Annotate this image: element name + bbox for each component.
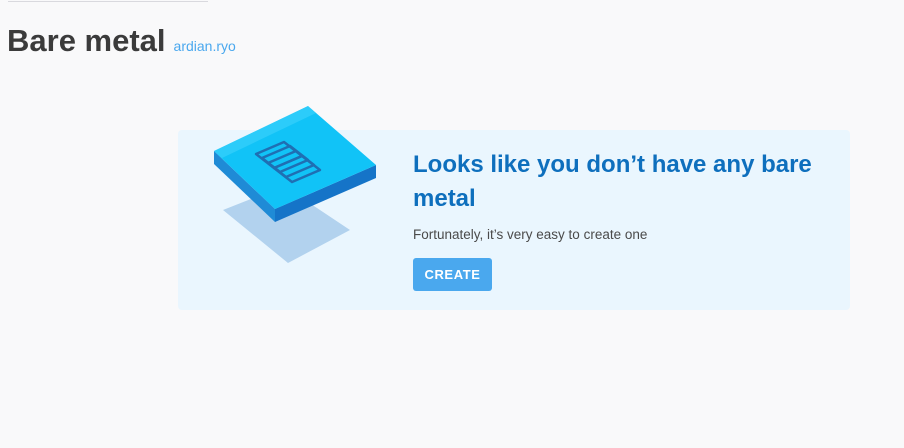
bare-metal-server-icon (208, 106, 388, 291)
page-title: Bare metal (7, 23, 166, 58)
empty-state-content: Looks like you don’t have any bare metal… (413, 148, 813, 291)
empty-state-card: Looks like you don’t have any bare metal… (178, 106, 850, 310)
create-button[interactable]: CREATE (413, 258, 492, 291)
top-divider (8, 0, 208, 2)
empty-state-subtitle: Fortunately, it’s very easy to create on… (413, 227, 648, 242)
empty-state-title: Looks like you don’t have any bare metal (413, 151, 812, 212)
account-link[interactable]: ardian.ryo (174, 38, 236, 54)
page-header: Bare metal ardian.ryo (7, 22, 236, 59)
